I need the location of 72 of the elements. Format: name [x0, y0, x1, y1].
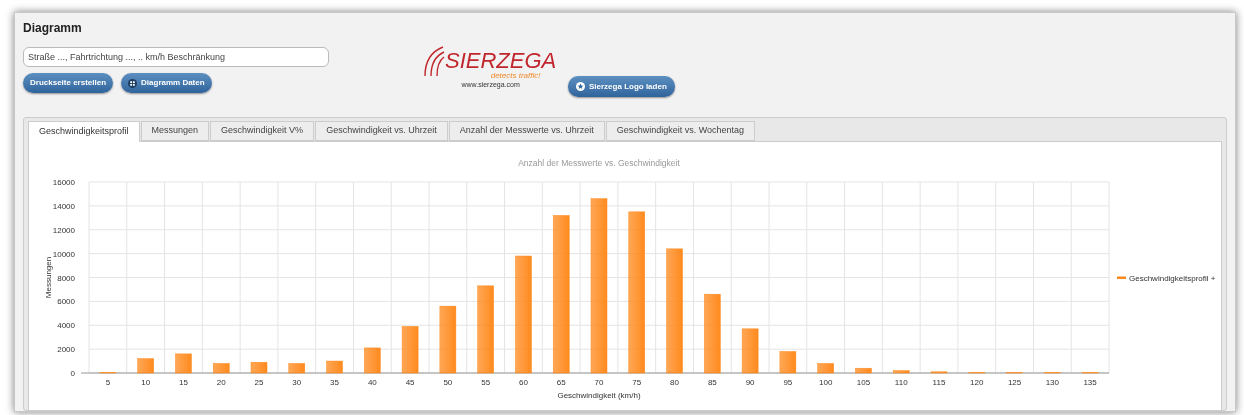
x-tick-label: 15 — [179, 378, 188, 387]
x-tick-label: 125 — [1007, 378, 1022, 387]
x-tick-label: 85 — [707, 378, 717, 387]
bar — [137, 358, 154, 374]
grid-icon — [128, 78, 138, 88]
bar — [288, 363, 306, 374]
x-tick-label: 65 — [556, 378, 566, 387]
x-tick-label: 135 — [1083, 378, 1097, 387]
chart-tab[interactable]: Geschwindigkeit vs. Wochentag — [605, 121, 756, 141]
bar — [817, 363, 834, 374]
toolbar-button[interactable]: Diagramm Daten — [121, 73, 212, 94]
chart-tab[interactable]: Anzahl der Messwerte vs. Uhrzeit — [448, 121, 605, 141]
bar — [930, 371, 948, 374]
location-field[interactable]: Straße ..., Fahrtrichtung ..., .. km/h Beschränkung — [23, 47, 329, 68]
logo-tagline: detects traffic! — [490, 72, 541, 81]
y-tick-label: 14000 — [52, 201, 75, 211]
y-tick-label: 12000 — [52, 225, 75, 235]
y-tick-label: 6000 — [57, 297, 75, 307]
x-tick-label: 80 — [670, 378, 679, 387]
bar — [250, 362, 268, 374]
y-tick-label: 2000 — [57, 345, 75, 355]
x-tick-label: 25 — [254, 378, 264, 387]
x-tick-label: 95 — [783, 378, 793, 387]
x-tick-label: 55 — [481, 378, 491, 387]
x-tick-label: 35 — [330, 378, 339, 387]
chart-tab[interactable]: Messungen — [140, 121, 210, 141]
chart-tab[interactable]: Geschwindigkeitsprofil — [28, 121, 140, 142]
y-tick-label: 8000 — [57, 273, 75, 283]
y-tick-label: 0 — [70, 369, 75, 378]
x-tick-label: 90 — [745, 378, 755, 387]
x-tick-label: 120 — [970, 378, 984, 387]
toolbar-button[interactable]: Druckseite erstellen — [23, 73, 114, 94]
x-tick-label: 100 — [819, 378, 833, 387]
star-icon — [576, 82, 585, 92]
chart-tab[interactable]: Geschwindigkeit vs. Uhrzeit — [315, 121, 448, 141]
bar — [892, 370, 910, 374]
chart-title: Anzahl der Messwerte vs. Geschwindigkeit — [518, 158, 680, 168]
x-tick-label: 30 — [292, 378, 302, 387]
bar — [741, 328, 759, 374]
logo-wordmark: SIERZEGA — [445, 50, 557, 73]
swoosh-icon — [423, 44, 445, 79]
bar — [175, 353, 192, 374]
x-tick-label: 10 — [141, 378, 151, 387]
x-tick-label: 75 — [632, 378, 642, 387]
x-tick-label: 50 — [443, 378, 453, 387]
x-tick-label: 5 — [105, 378, 111, 387]
x-tick-label: 130 — [1045, 378, 1059, 387]
bar — [779, 351, 797, 374]
y-axis-title: Messungen — [44, 256, 53, 299]
bar — [439, 305, 457, 374]
bar — [855, 368, 872, 374]
bar — [364, 347, 381, 374]
bar — [401, 326, 419, 374]
x-tick-label: 115 — [932, 378, 946, 387]
y-tick-label: 4000 — [57, 321, 75, 331]
y-tick-label: 16000 — [52, 178, 75, 187]
legend-label: Geschwindigkeitsprofil + — [1129, 273, 1216, 283]
chart-tab[interactable]: Geschwindigkeit V% — [210, 121, 315, 141]
x-tick-label: 70 — [594, 378, 604, 387]
x-tick-label: 105 — [856, 378, 871, 387]
legend-swatch — [1117, 276, 1126, 279]
bar — [326, 360, 343, 374]
x-tick-label: 110 — [894, 378, 908, 387]
x-tick-label: 40 — [367, 378, 377, 387]
x-tick-label: 45 — [405, 378, 415, 387]
load-logo-button[interactable]: Sierzega Logo laden — [568, 76, 675, 98]
panel-title: Diagramm — [23, 20, 83, 37]
bar — [212, 363, 230, 374]
x-tick-label: 60 — [519, 378, 528, 387]
y-tick-label: 10000 — [52, 249, 75, 259]
x-axis-title: Geschwindigkeit (km/h) — [557, 391, 641, 400]
x-tick-label: 20 — [216, 378, 226, 387]
